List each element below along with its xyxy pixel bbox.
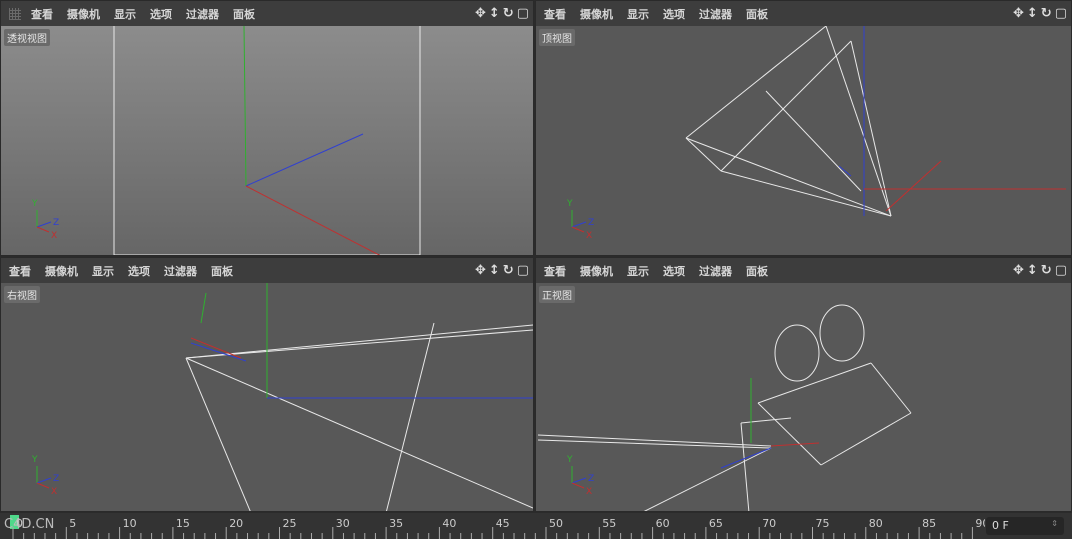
viewport-canvas[interactable]: 正视图 Y Z X <box>536 283 1071 511</box>
axis-y-label: Y <box>566 199 573 209</box>
tick-label: 10 <box>123 517 137 530</box>
menu-item[interactable]: 选项 <box>663 263 685 279</box>
viewport-canvas[interactable]: 透视视图 Y Z X <box>1 26 533 255</box>
axis-y-label: Y <box>31 455 38 465</box>
axis-x-label: X <box>586 487 592 497</box>
rotate-icon[interactable]: ↻ <box>1041 6 1052 21</box>
menu-item[interactable]: 过滤器 <box>699 6 732 22</box>
viewport-label: 顶视图 <box>539 29 575 46</box>
viewport-canvas[interactable]: 顶视图 Y Z X <box>536 26 1071 255</box>
menu-item[interactable]: 面板 <box>746 263 768 279</box>
tick-label: 35 <box>389 517 403 530</box>
tick-label: 75 <box>816 517 830 530</box>
axis-y-label: Y <box>566 455 573 465</box>
zoom-icon[interactable]: ↕ <box>489 263 500 278</box>
menu-item[interactable]: 选项 <box>128 263 150 279</box>
axis-gizmo: Y Z X <box>566 199 594 241</box>
tick-label: 65 <box>709 517 723 530</box>
menu-item[interactable]: 面板 <box>233 6 255 22</box>
tick-label: 85 <box>922 517 936 530</box>
timeline[interactable]: 051015202530354045505560657075808590 C4D… <box>0 513 1072 539</box>
axis-gizmo: Y Z X <box>566 455 594 497</box>
watermark: C4D.CN <box>4 517 55 532</box>
menu-item[interactable]: 选项 <box>663 6 685 22</box>
spinner-icon[interactable]: ⇕ <box>1051 519 1058 528</box>
tick-label: 80 <box>869 517 883 530</box>
current-frame-value: 0 F <box>992 519 1009 532</box>
move-icon[interactable]: ✥ <box>475 6 486 21</box>
menu-item[interactable]: 显示 <box>627 263 649 279</box>
menu-item[interactable]: 面板 <box>211 263 233 279</box>
move-icon[interactable]: ✥ <box>1013 6 1024 21</box>
axis-z-label: Z <box>588 474 594 484</box>
tick-label: 25 <box>283 517 297 530</box>
axis-gizmo: Y Z X <box>31 455 59 497</box>
grip-icon[interactable] <box>9 7 21 20</box>
axis-x-label: X <box>51 487 57 497</box>
zoom-icon[interactable]: ↕ <box>489 6 500 21</box>
menu-item[interactable]: 显示 <box>114 6 136 22</box>
menu-item[interactable]: 摄像机 <box>580 263 613 279</box>
zoom-icon[interactable]: ↕ <box>1027 263 1038 278</box>
viewport-3[interactable]: 查看 摄像机 显示 选项 过滤器 面板 ✥ ↕ ↻ ▢ 正视图 Y Z X <box>535 257 1072 512</box>
menu-item[interactable]: 显示 <box>92 263 114 279</box>
maximize-icon[interactable]: ▢ <box>1055 6 1067 21</box>
menu-item[interactable]: 过滤器 <box>164 263 197 279</box>
viewport-1[interactable]: 查看 摄像机 显示 选项 过滤器 面板 ✥ ↕ ↻ ▢ 顶视图 Y Z X <box>535 0 1072 256</box>
viewport-menubar: 查看 摄像机 显示 选项 过滤器 面板 ✥ ↕ ↻ ▢ <box>536 258 1071 283</box>
viewport-0[interactable]: 查看 摄像机 显示 选项 过滤器 面板 ✥ ↕ ↻ ▢ 透视视图 Y Z X <box>0 0 534 256</box>
viewport-menubar: 查看 摄像机 显示 选项 过滤器 面板 ✥ ↕ ↻ ▢ <box>536 1 1071 26</box>
zoom-icon[interactable]: ↕ <box>1027 6 1038 21</box>
timeline-ruler[interactable]: 051015202530354045505560657075808590 <box>0 513 985 539</box>
axis-z-label: Z <box>53 474 59 484</box>
menu-item[interactable]: 查看 <box>544 263 566 279</box>
move-icon[interactable]: ✥ <box>1013 263 1024 278</box>
menu-item[interactable]: 摄像机 <box>580 6 613 22</box>
axis-gizmo: Y Z X <box>31 199 59 241</box>
menu-item[interactable]: 查看 <box>31 6 53 22</box>
tick-label: 45 <box>496 517 510 530</box>
menu-item[interactable]: 选项 <box>150 6 172 22</box>
tick-label: 90 <box>975 517 985 530</box>
tick-label: 50 <box>549 517 563 530</box>
viewport-menubar: 查看 摄像机 显示 选项 过滤器 面板 ✥ ↕ ↻ ▢ <box>1 1 533 26</box>
current-frame-field[interactable]: 0 F ⇕ <box>986 517 1064 535</box>
axis-z-label: Z <box>53 218 59 228</box>
axis-y-label: Y <box>31 199 38 209</box>
tick-label: 5 <box>69 517 76 530</box>
rotate-icon[interactable]: ↻ <box>1041 263 1052 278</box>
menu-item[interactable]: 过滤器 <box>699 263 732 279</box>
tick-label: 20 <box>229 517 243 530</box>
tick-label: 30 <box>336 517 350 530</box>
move-icon[interactable]: ✥ <box>475 263 486 278</box>
menu-item[interactable]: 查看 <box>9 263 31 279</box>
axis-x-label: X <box>51 231 57 241</box>
menu-item[interactable]: 摄像机 <box>67 6 100 22</box>
viewport-label: 正视图 <box>539 286 575 303</box>
tick-label: 55 <box>602 517 616 530</box>
maximize-icon[interactable]: ▢ <box>1055 263 1067 278</box>
menu-item[interactable]: 显示 <box>627 6 649 22</box>
viewport-2[interactable]: 查看 摄像机 显示 选项 过滤器 面板 ✥ ↕ ↻ ▢ 右视图 Y Z X <box>0 257 534 512</box>
menu-item[interactable]: 摄像机 <box>45 263 78 279</box>
rotate-icon[interactable]: ↻ <box>503 6 514 21</box>
menu-item[interactable]: 查看 <box>544 6 566 22</box>
maximize-icon[interactable]: ▢ <box>517 6 529 21</box>
viewport-menubar: 查看 摄像机 显示 选项 过滤器 面板 ✥ ↕ ↻ ▢ <box>1 258 533 283</box>
viewport-canvas[interactable]: 右视图 Y Z X <box>1 283 533 511</box>
menu-item[interactable]: 面板 <box>746 6 768 22</box>
menu-item[interactable]: 过滤器 <box>186 6 219 22</box>
rotate-icon[interactable]: ↻ <box>503 263 514 278</box>
maximize-icon[interactable]: ▢ <box>517 263 529 278</box>
viewport-label: 右视图 <box>4 286 40 303</box>
tick-label: 60 <box>656 517 670 530</box>
axis-x-label: X <box>586 231 592 241</box>
viewport-label: 透视视图 <box>4 29 50 46</box>
axis-z-label: Z <box>588 218 594 228</box>
tick-label: 70 <box>762 517 776 530</box>
tick-label: 40 <box>442 517 456 530</box>
tick-label: 15 <box>176 517 190 530</box>
